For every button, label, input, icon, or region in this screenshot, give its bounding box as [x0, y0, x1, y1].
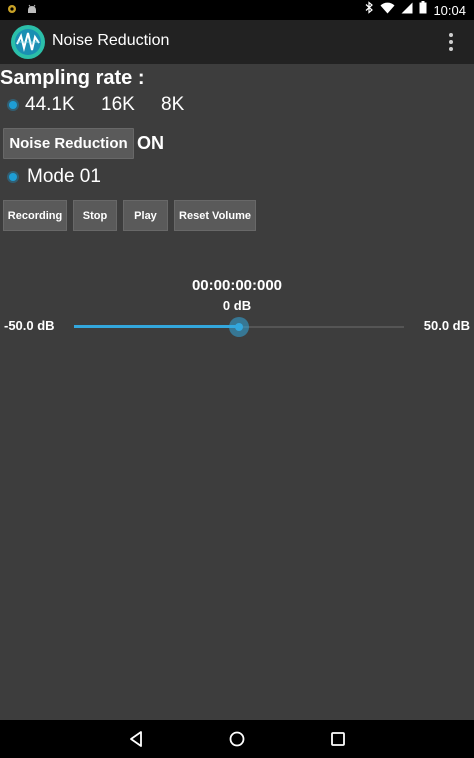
volume-slider[interactable]	[74, 316, 404, 338]
sampling-option-16k[interactable]: 16K	[101, 93, 135, 117]
status-left-icons	[6, 2, 38, 20]
noise-reduction-state: ON	[137, 133, 164, 153]
volume-db-value: 0 dB	[222, 298, 252, 313]
slider-fill	[74, 325, 239, 328]
mode-label: Mode 01	[27, 166, 101, 187]
app-title: Noise Reduction	[52, 32, 170, 49]
status-right-icons: 10:04	[364, 0, 466, 20]
mode-option[interactable]: Mode 01	[0, 165, 101, 189]
radio-selected-icon	[9, 101, 17, 109]
sampling-option-44k[interactable]: 44.1K	[9, 93, 75, 117]
sampling-option-label: 8K	[161, 94, 185, 115]
stop-button[interactable]: Stop	[73, 200, 117, 231]
android-debug-icon	[26, 2, 38, 20]
sampling-rate-options: 44.1K 16K 8K	[0, 93, 474, 117]
battery-icon	[419, 1, 427, 19]
sampling-rate-label: Sampling rate :	[0, 67, 145, 89]
radio-selected-icon	[9, 173, 17, 181]
overflow-menu-icon[interactable]	[446, 31, 456, 53]
recents-icon[interactable]	[326, 727, 350, 751]
status-bar: 10:04	[0, 0, 474, 20]
sampling-option-8k[interactable]: 8K	[161, 93, 184, 117]
app-logo-icon	[10, 24, 46, 60]
navigation-bar	[0, 720, 474, 758]
reset-volume-button[interactable]: Reset Volume	[174, 200, 256, 231]
signal-icon	[401, 1, 413, 19]
playback-timer: 00:00:00:000	[191, 277, 283, 294]
volume-max-label: 50.0 dB	[423, 318, 470, 333]
noise-reduction-button[interactable]: Noise Reduction	[3, 128, 134, 159]
sampling-option-label: 44.1K	[25, 94, 75, 115]
volume-min-label: -50.0 dB	[4, 318, 55, 333]
action-bar: Noise Reduction	[0, 20, 474, 64]
notification-icon	[6, 2, 18, 20]
home-icon[interactable]	[225, 727, 249, 751]
slider-thumb[interactable]	[229, 317, 249, 337]
bluetooth-icon	[364, 1, 374, 19]
overflow-dot	[449, 40, 453, 44]
wifi-icon	[380, 1, 395, 19]
back-icon[interactable]	[124, 727, 148, 751]
recording-button[interactable]: Recording	[3, 200, 67, 231]
play-button[interactable]: Play	[123, 200, 168, 231]
overflow-dot	[449, 33, 453, 37]
sampling-option-label: 16K	[101, 94, 135, 115]
status-time: 10:04	[433, 2, 466, 18]
overflow-dot	[449, 47, 453, 51]
